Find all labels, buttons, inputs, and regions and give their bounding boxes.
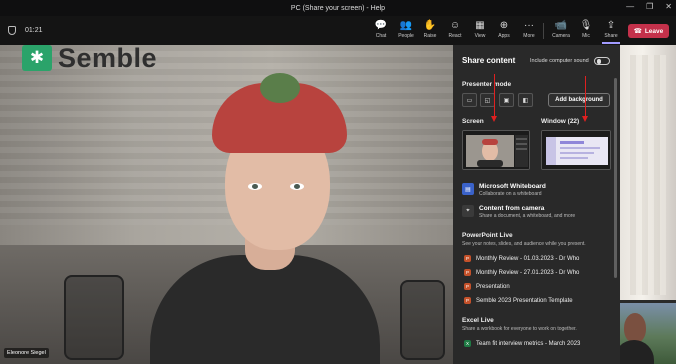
window-titlebar: PC (Share your screen) - Help — ❐ ✕ xyxy=(0,0,676,16)
chat-icon: 💬 xyxy=(374,20,388,31)
panel-scrollbar[interactable] xyxy=(614,78,617,278)
semble-logo-mark-icon: ✱ xyxy=(22,45,52,71)
participant-eye xyxy=(248,183,262,190)
standout-mode-button[interactable]: ◱ xyxy=(480,93,495,107)
apps-icon: ⊕ xyxy=(499,20,509,31)
whiteboard-option[interactable]: ▤ Microsoft Whiteboard Collaborate on a … xyxy=(462,183,546,197)
apps-button[interactable]: ⊕ Apps xyxy=(492,20,516,42)
camera-icon: 📹 xyxy=(554,20,568,31)
window-share-thumbnail[interactable] xyxy=(541,130,611,170)
add-background-button[interactable]: Add background xyxy=(548,93,610,107)
participant-head xyxy=(624,313,646,343)
meeting-timer: 01:21 xyxy=(25,27,43,34)
people-icon: 👥 xyxy=(399,20,413,31)
shield-icon xyxy=(8,26,16,35)
maximize-icon[interactable]: ❐ xyxy=(646,2,653,11)
powerpoint-file-item[interactable]: P Semble 2023 Presentation Template xyxy=(464,297,573,304)
powerpoint-file-item[interactable]: P Presentation xyxy=(464,283,510,290)
camera-button[interactable]: 📹 Camera xyxy=(549,20,573,42)
window-label: Window (22) xyxy=(541,118,580,125)
semble-logo: ✱ Semble xyxy=(22,45,158,73)
minimize-icon[interactable]: — xyxy=(626,2,634,11)
more-button[interactable]: ··· More xyxy=(517,20,541,42)
powerpoint-icon: P xyxy=(464,269,471,276)
content-only-icon: ▭ xyxy=(466,97,473,104)
leave-button[interactable]: ☎ Leave xyxy=(628,24,669,38)
toolbar-divider xyxy=(543,23,544,39)
raise-hand-icon: ✋ xyxy=(423,20,437,31)
chat-button[interactable]: 💬 Chat xyxy=(369,20,393,42)
share-active-indicator xyxy=(602,42,620,44)
people-button[interactable]: 👥 People xyxy=(394,20,418,42)
more-icon: ··· xyxy=(524,20,534,31)
standout-icon: ◱ xyxy=(484,97,491,104)
powerpoint-live-heading: PowerPoint Live xyxy=(462,232,513,239)
side-by-side-mode-button[interactable]: ◧ xyxy=(518,93,533,107)
screen-thumbnail-preview xyxy=(463,131,529,169)
share-button[interactable]: ⇪ Share xyxy=(599,20,623,42)
participant-gallery-strip xyxy=(620,45,676,364)
window-thumbnail-preview xyxy=(542,131,610,169)
participant-eye xyxy=(290,183,304,190)
mic-button[interactable]: 🎙 Mic xyxy=(574,20,598,42)
screen-share-thumbnail[interactable] xyxy=(462,130,530,170)
reporter-icon: ▣ xyxy=(503,97,510,104)
reporter-mode-button[interactable]: ▣ xyxy=(499,93,514,107)
presenter-mode-label: Presenter mode xyxy=(462,81,512,88)
mic-icon: 🎙 xyxy=(579,20,593,31)
window-title: PC (Share your screen) - Help xyxy=(290,4,386,12)
side-by-side-icon: ◧ xyxy=(522,97,529,104)
whiteboard-icon: ▤ xyxy=(462,183,474,195)
powerpoint-file-item[interactable]: P Monthly Review - 01.03.2023 - Dr Who xyxy=(464,255,579,262)
participant-name-tag: Eleonore Siegel xyxy=(4,348,49,358)
include-sound-label: Include computer sound xyxy=(530,58,589,64)
semble-logo-text: Semble xyxy=(58,45,158,73)
excel-icon: X xyxy=(464,340,471,347)
share-panel-title: Share content xyxy=(462,56,516,65)
content-only-mode-button[interactable]: ▭ xyxy=(462,93,477,107)
react-button[interactable]: ☺ React xyxy=(443,20,467,42)
view-icon: ▦ xyxy=(475,20,485,31)
main-video-tile: ✱ Semble Eleonore Siegel xyxy=(0,45,453,364)
excel-live-description: Share a workbook for everyone to work on… xyxy=(462,326,577,332)
participant-headwrap-knot xyxy=(260,73,300,103)
share-icon: ⇪ xyxy=(606,20,616,31)
excel-file-item[interactable]: X Team fit interview metrics - March 202… xyxy=(464,340,580,347)
participant-tile[interactable] xyxy=(620,45,676,300)
powerpoint-icon: P xyxy=(464,255,471,262)
office-chair xyxy=(400,280,445,360)
window-controls: — ❐ ✕ xyxy=(626,2,672,11)
annotation-arrow-head-icon xyxy=(582,116,588,122)
powerpoint-icon: P xyxy=(464,297,471,304)
close-icon[interactable]: ✕ xyxy=(665,2,672,11)
raise-hand-button[interactable]: ✋ Raise xyxy=(418,20,442,42)
annotation-arrow-line xyxy=(494,74,495,120)
include-sound-toggle[interactable] xyxy=(594,57,610,65)
phone-hangup-icon: ☎ xyxy=(633,28,642,35)
view-button[interactable]: ▦ View xyxy=(468,20,492,42)
excel-live-heading: Excel Live xyxy=(462,317,494,324)
office-chair xyxy=(64,275,124,360)
powerpoint-file-item[interactable]: P Monthly Review - 27.01.2023 - Dr Who xyxy=(464,269,579,276)
content-from-camera-option[interactable]: ⌖ Content from camera Share a document, … xyxy=(462,205,575,219)
react-icon: ☺ xyxy=(449,20,461,31)
annotation-arrow-head-icon xyxy=(491,116,497,122)
screen-label: Screen xyxy=(462,118,484,125)
camera-content-icon: ⌖ xyxy=(462,205,474,217)
meeting-toolbar: 01:21 💬 Chat 👥 People ✋ Raise ☺ React ▦ … xyxy=(0,16,676,45)
annotation-arrow-line xyxy=(585,76,586,120)
powerpoint-icon: P xyxy=(464,283,471,290)
powerpoint-live-description: See your notes, slides, and audience whi… xyxy=(462,241,586,247)
